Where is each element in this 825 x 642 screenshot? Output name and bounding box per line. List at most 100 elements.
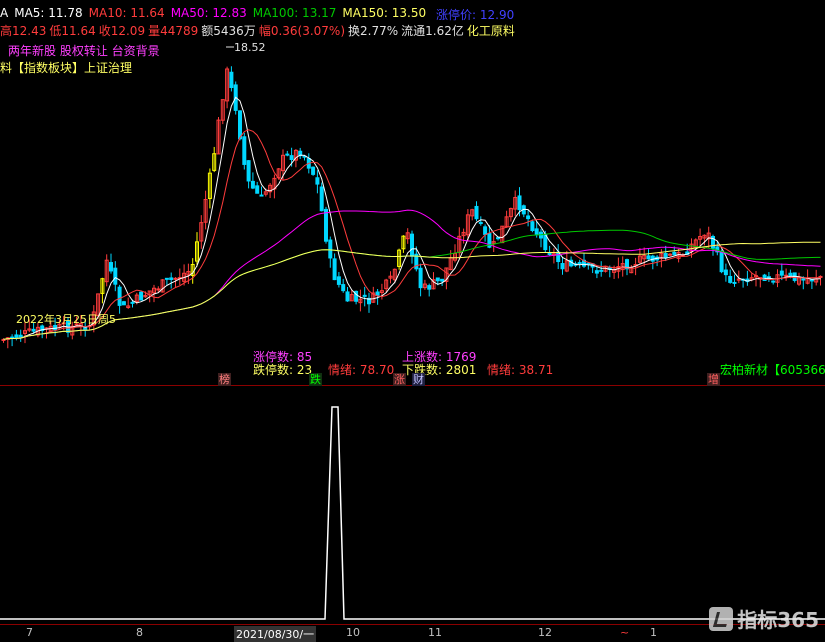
ma10-value: MA10: 11.64 <box>88 6 165 20</box>
candle <box>173 277 178 288</box>
axis-tick-8: 8 <box>136 626 143 639</box>
candle <box>336 272 341 288</box>
candle <box>225 66 230 109</box>
candle <box>771 280 776 285</box>
axis-tick-tilde: ~ <box>620 626 630 639</box>
candle <box>104 254 109 287</box>
candle <box>422 279 427 290</box>
candle <box>809 279 814 290</box>
candle <box>594 266 599 279</box>
candle <box>642 247 647 267</box>
candle <box>199 215 204 249</box>
candle <box>311 166 316 176</box>
ma5-line <box>3 96 821 340</box>
candle <box>379 283 384 300</box>
marker-increase[interactable]: 增 <box>707 373 720 386</box>
candle <box>513 190 518 216</box>
candle <box>164 277 169 285</box>
candle <box>272 174 277 199</box>
candle <box>388 271 393 284</box>
concept-tags[interactable]: 两年新股 股权转让 台资背景 <box>8 42 160 59</box>
candle <box>560 256 565 275</box>
candle <box>405 228 410 244</box>
candle <box>629 265 634 274</box>
axis-tick-7: 7 <box>26 626 33 639</box>
peak-price-label: 18.52 <box>234 41 266 54</box>
ma50-value: MA50: 12.83 <box>170 6 247 20</box>
candle <box>457 227 462 260</box>
candle <box>109 253 113 274</box>
industry[interactable]: 化工原料 <box>467 22 515 39</box>
marker-rise[interactable]: 涨 <box>393 373 406 386</box>
axis-tick-12: 12 <box>538 626 552 639</box>
candle <box>470 208 475 221</box>
candle <box>508 207 513 222</box>
candle <box>341 278 346 293</box>
candle <box>461 228 466 244</box>
candle <box>242 132 247 170</box>
candle <box>556 244 561 270</box>
candle <box>229 66 234 92</box>
candle <box>259 186 264 197</box>
axis-tick-10: 10 <box>346 626 360 639</box>
stock-tag[interactable]: 宏柏新材【605366 <box>720 361 825 378</box>
candle <box>246 160 251 189</box>
candle <box>732 274 737 287</box>
low-price: 低11.64 <box>49 24 96 38</box>
candle <box>100 277 105 304</box>
candle <box>285 150 290 157</box>
candle <box>328 236 333 268</box>
candle <box>177 268 182 286</box>
high-price: 高12.43 <box>0 24 47 38</box>
axis-tick-11: 11 <box>428 626 442 639</box>
candle <box>345 286 350 302</box>
candle <box>195 232 199 267</box>
change: 幅0.36(3.07%) <box>258 24 346 38</box>
candle <box>474 201 479 222</box>
candle <box>298 147 303 159</box>
candle <box>745 270 750 286</box>
candle <box>668 253 672 257</box>
limit-up-price: 涨停价: 12.90 <box>436 8 515 22</box>
left-mark: A <box>0 6 9 20</box>
ma-legend: A MA5: 11.78 MA10: 11.64 MA50: 12.83 MA1… <box>0 6 426 20</box>
candle <box>427 283 432 297</box>
candle <box>255 181 260 194</box>
candle <box>397 248 402 270</box>
indicator-subchart[interactable] <box>0 385 825 624</box>
mood-2: 情绪: 38.71 <box>487 363 554 377</box>
candle <box>220 99 225 125</box>
candle <box>126 297 131 309</box>
candle <box>384 278 389 292</box>
candle <box>332 253 337 281</box>
candle <box>212 146 217 173</box>
candle <box>401 235 406 253</box>
sector-line[interactable]: 料【指数板块】上证治理 <box>0 59 132 76</box>
candle <box>491 234 496 253</box>
candle <box>496 237 500 241</box>
axis-tick-cursor-date[interactable]: 2021/08/30/一 <box>234 626 317 642</box>
time-axis: 7 8 2021/08/30/一 10 11 12 ~ 1 <box>0 624 825 642</box>
marker-finance[interactable]: 财 <box>412 373 425 386</box>
candle <box>319 182 324 212</box>
candle <box>547 245 552 256</box>
volume: 量44789 <box>148 24 199 38</box>
limit-down-count: 跌停数: 23 <box>253 363 313 377</box>
candle <box>18 329 23 342</box>
ma100-value: MA100: 13.17 <box>252 6 337 20</box>
candle <box>203 190 208 230</box>
candle <box>358 289 363 312</box>
marker-drop[interactable]: 跌 <box>309 373 322 386</box>
candle <box>10 334 15 347</box>
marker-rank[interactable]: 榜 <box>218 373 231 386</box>
candle <box>418 263 423 297</box>
candle <box>655 255 660 267</box>
candle <box>676 248 681 263</box>
indicator-line <box>0 406 825 620</box>
candle <box>539 229 543 248</box>
quote-line: 高12.43 低11.64 收12.09 量44789 额5436万 幅0.36… <box>0 22 515 39</box>
candle <box>113 261 118 292</box>
logo-text: 指标365 <box>737 608 819 632</box>
ma150-value: MA150: 13.50 <box>342 6 427 20</box>
logo-icon <box>709 606 734 631</box>
